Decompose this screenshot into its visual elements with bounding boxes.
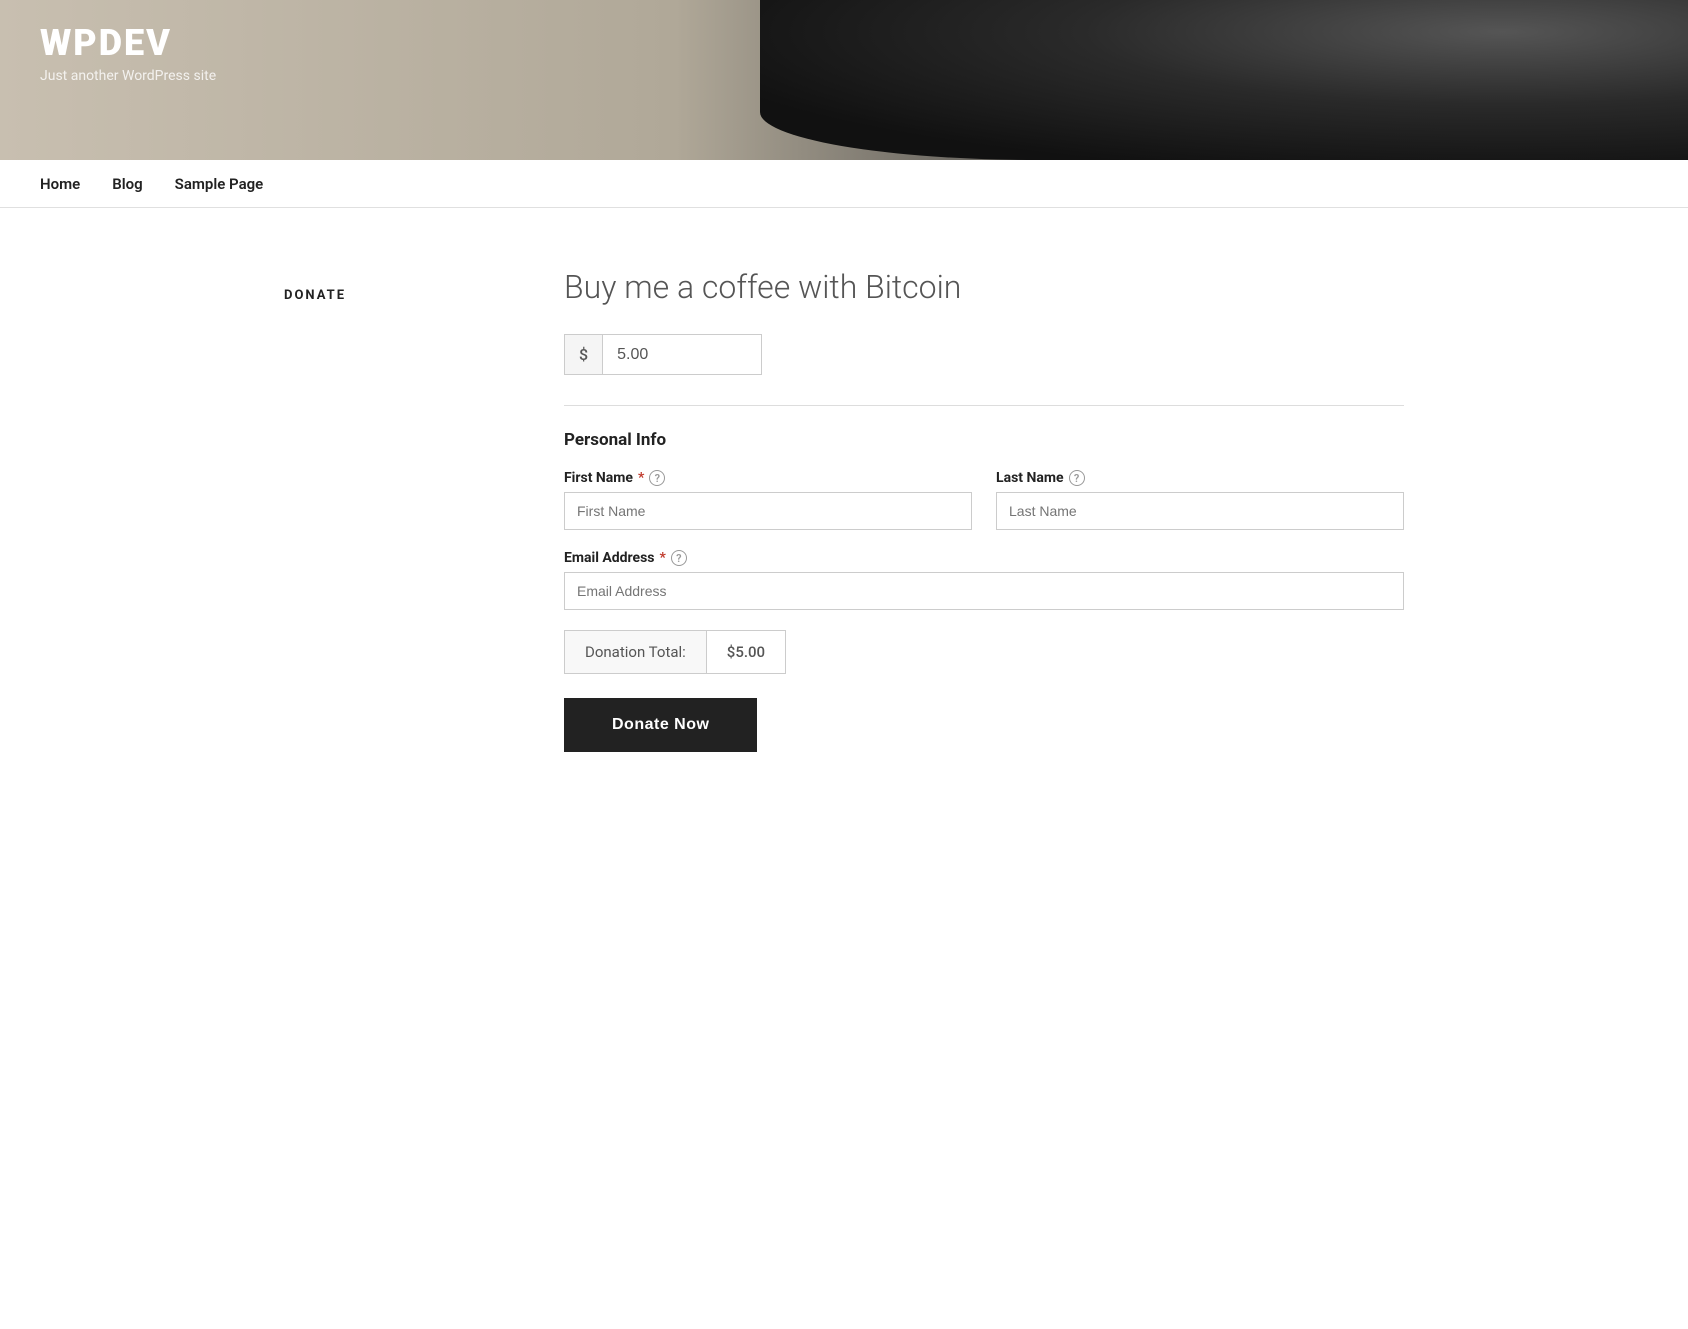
first-name-label: First Name * ? bbox=[564, 470, 972, 486]
email-input[interactable] bbox=[564, 572, 1404, 610]
donate-now-button[interactable]: Donate Now bbox=[564, 698, 757, 752]
donation-total-label: Donation Total: bbox=[565, 631, 707, 673]
site-branding: WPDEV Just another WordPress site bbox=[40, 24, 216, 84]
nav-item-blog[interactable]: Blog bbox=[112, 174, 142, 193]
email-form-row: Email Address * ? bbox=[564, 550, 1404, 610]
nav-list: Home Blog Sample Page bbox=[40, 160, 1648, 207]
sidebar-title: DONATE bbox=[284, 288, 484, 303]
donation-total-row: Donation Total: $5.00 bbox=[564, 630, 786, 674]
last-name-label: Last Name ? bbox=[996, 470, 1404, 486]
main-area: Buy me a coffee with Bitcoin $ Personal … bbox=[564, 268, 1404, 752]
nav-item-sample-page[interactable]: Sample Page bbox=[175, 174, 264, 193]
site-description: Just another WordPress site bbox=[40, 68, 216, 84]
sidebar: DONATE bbox=[284, 268, 484, 752]
personal-info-title: Personal Info bbox=[564, 430, 1404, 450]
nav-link-home[interactable]: Home bbox=[40, 175, 80, 193]
section-divider bbox=[564, 405, 1404, 406]
email-group: Email Address * ? bbox=[564, 550, 1404, 610]
donation-heading: Buy me a coffee with Bitcoin bbox=[564, 268, 1404, 306]
name-form-row: First Name * ? Last Name ? bbox=[564, 470, 1404, 530]
site-title: WPDEV bbox=[40, 24, 216, 64]
currency-symbol: $ bbox=[564, 334, 602, 375]
first-name-group: First Name * ? bbox=[564, 470, 972, 530]
donation-total-value: $5.00 bbox=[707, 631, 785, 673]
first-name-help-icon[interactable]: ? bbox=[649, 470, 665, 486]
email-required: * bbox=[660, 550, 666, 566]
last-name-input[interactable] bbox=[996, 492, 1404, 530]
last-name-group: Last Name ? bbox=[996, 470, 1404, 530]
nav-link-blog[interactable]: Blog bbox=[112, 175, 142, 193]
email-help-icon[interactable]: ? bbox=[671, 550, 687, 566]
nav-item-home[interactable]: Home bbox=[40, 174, 80, 193]
amount-input[interactable] bbox=[602, 334, 762, 375]
last-name-help-icon[interactable]: ? bbox=[1069, 470, 1085, 486]
site-content: DONATE Buy me a coffee with Bitcoin $ Pe… bbox=[244, 208, 1444, 812]
first-name-input[interactable] bbox=[564, 492, 972, 530]
site-header: WPDEV Just another WordPress site bbox=[0, 0, 1688, 160]
nav-link-sample-page[interactable]: Sample Page bbox=[175, 175, 264, 193]
first-name-required: * bbox=[638, 470, 644, 486]
email-label: Email Address * ? bbox=[564, 550, 1404, 566]
site-nav: Home Blog Sample Page bbox=[0, 160, 1688, 208]
amount-row: $ bbox=[564, 334, 784, 375]
